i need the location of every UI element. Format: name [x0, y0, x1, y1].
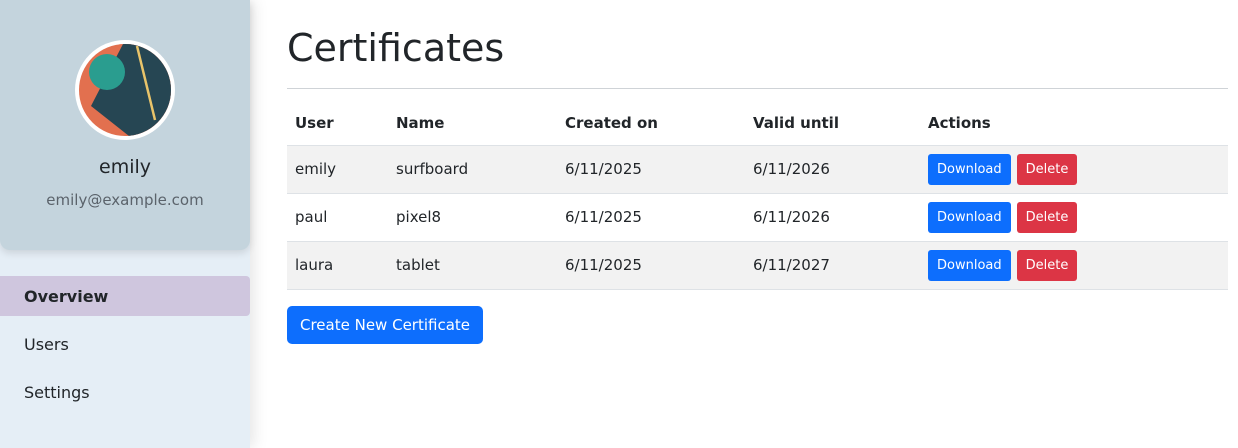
cell-valid: 6/11/2027	[745, 241, 920, 290]
cell-name: surfboard	[388, 145, 557, 194]
sidebar: emily emily@example.com Overview Users S…	[0, 0, 250, 448]
sidebar-nav: Overview Users Settings	[0, 276, 250, 420]
cell-valid: 6/11/2026	[745, 145, 920, 194]
download-button[interactable]: Download	[928, 249, 1011, 281]
title-divider	[287, 88, 1228, 89]
cell-created: 6/11/2025	[557, 145, 745, 194]
cell-created: 6/11/2025	[557, 241, 745, 290]
column-header-name: Name	[388, 102, 557, 146]
delete-button[interactable]: Delete	[1016, 153, 1078, 185]
avatar-image	[79, 44, 171, 136]
delete-button[interactable]: Delete	[1016, 201, 1078, 233]
profile-username: emily	[99, 156, 151, 178]
certificates-table: User Name Created on Valid until Actions…	[287, 102, 1228, 290]
download-button[interactable]: Download	[928, 201, 1011, 233]
column-header-created: Created on	[557, 102, 745, 146]
delete-button[interactable]: Delete	[1016, 249, 1078, 281]
cell-actions: Download Delete	[920, 193, 1228, 242]
cell-created: 6/11/2025	[557, 193, 745, 242]
avatar	[75, 40, 175, 140]
download-button[interactable]: Download	[928, 153, 1011, 185]
cell-user: emily	[287, 145, 388, 194]
profile-email: emily@example.com	[46, 191, 204, 209]
table-row: laura tablet 6/11/2025 6/11/2027 Downloa…	[287, 241, 1228, 290]
page-title: Certificates	[287, 26, 505, 70]
table-header-row: User Name Created on Valid until Actions	[287, 102, 1228, 146]
sidebar-item-users[interactable]: Users	[0, 324, 250, 364]
cell-valid: 6/11/2026	[745, 193, 920, 242]
cell-actions: Download Delete	[920, 145, 1228, 194]
sidebar-item-settings[interactable]: Settings	[0, 372, 250, 412]
sidebar-item-overview[interactable]: Overview	[0, 276, 250, 316]
cell-user: laura	[287, 241, 388, 290]
create-certificate-button[interactable]: Create New Certificate	[287, 306, 484, 344]
cell-name: tablet	[388, 241, 557, 290]
table-row: emily surfboard 6/11/2025 6/11/2026 Down…	[287, 145, 1228, 194]
profile-card: emily emily@example.com	[0, 0, 250, 250]
table-row: paul pixel8 6/11/2025 6/11/2026 Download…	[287, 193, 1228, 242]
column-header-valid: Valid until	[745, 102, 920, 146]
cell-name: pixel8	[388, 193, 557, 242]
cell-user: paul	[287, 193, 388, 242]
column-header-actions: Actions	[920, 102, 1228, 146]
column-header-user: User	[287, 102, 388, 146]
cell-actions: Download Delete	[920, 241, 1228, 290]
